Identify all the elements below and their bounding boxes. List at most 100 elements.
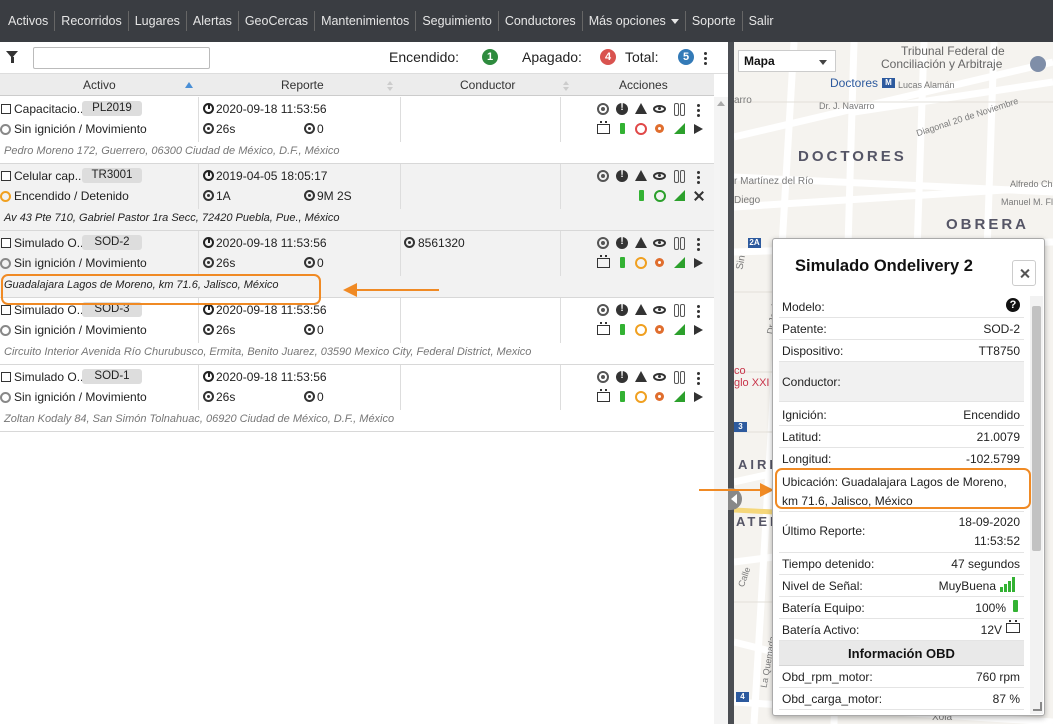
play-icon[interactable]	[694, 325, 703, 335]
map-label: Doctores	[830, 76, 879, 90]
locate-icon[interactable]	[597, 237, 609, 249]
nav-activos[interactable]: Activos	[2, 11, 56, 31]
nav-seguimiento[interactable]: Seguimiento	[416, 11, 499, 31]
map-label: Alfredo Cha	[1010, 179, 1053, 189]
route-icon[interactable]	[673, 103, 685, 116]
sort-icon[interactable]	[387, 81, 393, 91]
fuel-icon	[654, 257, 667, 268]
nav-soporte[interactable]: Soporte	[686, 11, 743, 31]
route-icon[interactable]	[673, 170, 685, 183]
nav-alertas[interactable]: Alertas	[187, 11, 239, 31]
map-label: r Martínez del Río	[734, 176, 814, 187]
alert-icon[interactable]	[616, 370, 628, 383]
eye-icon[interactable]	[653, 105, 666, 113]
warning-icon[interactable]	[635, 103, 647, 114]
more-options-icon[interactable]	[704, 52, 708, 66]
clock-icon	[203, 170, 214, 181]
eye-icon[interactable]	[653, 373, 666, 381]
table-row[interactable]: Simulado O... SOD-1 2020-09-18 11:53:56 …	[0, 365, 714, 432]
route-icon[interactable]	[673, 237, 685, 250]
popup-scrollbar[interactable]	[1030, 296, 1043, 714]
table-scrollbar[interactable]	[714, 97, 728, 724]
scroll-up-icon[interactable]	[717, 101, 725, 106]
warning-icon[interactable]	[635, 371, 647, 382]
header-driver[interactable]: Conductor	[460, 78, 515, 92]
nav-mantenimientos[interactable]: Mantenimientos	[315, 11, 417, 31]
asset-name: Simulado O...	[14, 236, 87, 250]
map-label: co	[734, 365, 746, 377]
asset-plate: SOD-2	[82, 235, 142, 250]
play-icon[interactable]	[694, 124, 703, 134]
warning-icon[interactable]	[635, 304, 647, 315]
battery-icon	[597, 322, 610, 335]
locate-icon[interactable]	[597, 371, 609, 383]
row-checkbox[interactable]	[1, 104, 11, 114]
map-label: Lucas Alamán	[898, 80, 955, 90]
locate-icon[interactable]	[597, 304, 609, 316]
nav-lugares[interactable]: Lugares	[129, 11, 187, 31]
table-row[interactable]: Simulado O... SOD-3 2020-09-18 11:53:56 …	[0, 298, 714, 365]
row-checkbox[interactable]	[1, 238, 11, 248]
row-checkbox[interactable]	[1, 171, 11, 181]
ignition-key-icon	[0, 392, 11, 403]
alert-icon[interactable]	[616, 236, 628, 249]
last-report-date: 18-09-2020	[958, 515, 1020, 529]
popup-scroll-thumb[interactable]	[1032, 306, 1041, 551]
detail-value: TT8750	[978, 344, 1020, 358]
nav-mas-opciones[interactable]: Más opciones	[583, 11, 686, 31]
row-checkbox[interactable]	[1, 372, 11, 382]
sort-icon[interactable]	[563, 81, 569, 91]
help-icon[interactable]: ?	[1006, 298, 1020, 312]
detail-label: Conductor:	[782, 375, 841, 389]
nav-recorridos[interactable]: Recorridos	[55, 11, 129, 31]
locate-icon[interactable]	[597, 103, 609, 115]
nav-salir[interactable]: Salir	[743, 11, 780, 31]
row-menu-icon[interactable]	[697, 171, 701, 185]
close-button[interactable]	[1012, 260, 1036, 286]
row-checkbox[interactable]	[1, 305, 11, 315]
warning-icon[interactable]	[635, 237, 647, 248]
annotation-arrow-line	[355, 289, 439, 291]
time-value-1: 26s	[216, 122, 236, 136]
alert-icon[interactable]	[616, 102, 628, 115]
district-label: DOCTORES	[798, 148, 907, 165]
table-row[interactable]: Capacitacio... PL2019 2020-09-18 11:53:5…	[0, 97, 714, 164]
detail-value: 87 %	[992, 692, 1020, 706]
row-menu-icon[interactable]	[697, 305, 701, 319]
route-icon[interactable]	[673, 371, 685, 384]
row-menu-icon[interactable]	[697, 238, 701, 252]
header-asset[interactable]: Activo	[83, 78, 116, 92]
stopwatch-icon	[304, 324, 315, 335]
signal-icon	[674, 257, 685, 268]
nav-geocercas[interactable]: GeoCercas	[239, 11, 316, 31]
resize-handle-icon[interactable]	[1033, 702, 1042, 711]
header-report[interactable]: Reporte	[281, 78, 324, 92]
map-type-select[interactable]: Mapa	[738, 50, 836, 72]
row-menu-icon[interactable]	[697, 104, 701, 118]
detail-label: Patente:	[782, 322, 827, 336]
route-icon[interactable]	[673, 304, 685, 317]
play-icon[interactable]	[694, 392, 703, 402]
eye-icon[interactable]	[653, 172, 666, 180]
alert-icon[interactable]	[616, 303, 628, 316]
signal-icon	[674, 190, 685, 201]
eye-icon[interactable]	[653, 239, 666, 247]
table-row[interactable]: Celular cap... TR3001 2019-04-05 18:05:1…	[0, 164, 714, 231]
asset-name: Simulado O...	[14, 370, 87, 384]
play-icon[interactable]	[694, 258, 703, 268]
search-input[interactable]	[33, 47, 210, 69]
column-divider	[560, 365, 561, 410]
map-label: Diego	[734, 195, 761, 206]
warning-icon[interactable]	[635, 170, 647, 181]
eye-icon[interactable]	[653, 306, 666, 314]
detail-value: MuyBuena	[938, 579, 996, 593]
asset-status: Sin ignición / Movimiento	[14, 256, 147, 270]
sort-asc-icon[interactable]	[185, 82, 193, 88]
nav-conductores[interactable]: Conductores	[499, 11, 583, 31]
filter-icon[interactable]	[6, 51, 18, 63]
chevron-down-icon	[670, 19, 679, 25]
detail-label: Obd_rpm_motor:	[782, 670, 873, 684]
row-menu-icon[interactable]	[697, 372, 701, 386]
alert-icon[interactable]	[616, 169, 628, 182]
locate-icon[interactable]	[597, 170, 609, 182]
